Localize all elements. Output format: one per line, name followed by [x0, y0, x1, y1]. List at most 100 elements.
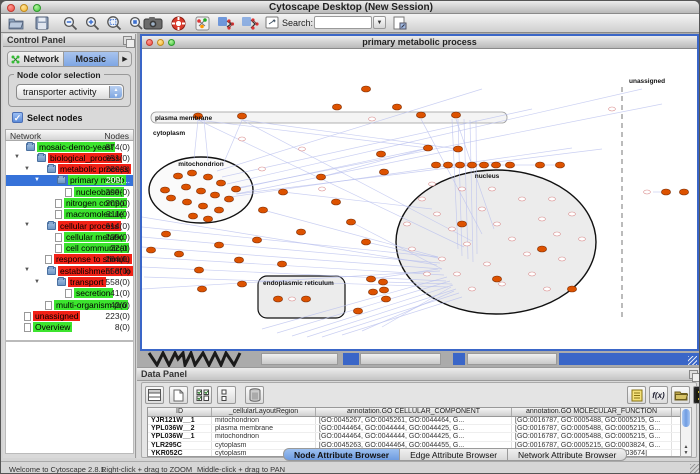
graph-node[interactable]: [491, 162, 500, 168]
graph-node[interactable]: [361, 86, 370, 92]
graph-node[interactable]: [661, 189, 670, 195]
graph-node[interactable]: [197, 286, 206, 292]
table-cell[interactable]: YJR121W__1: [148, 417, 212, 424]
resize-grip-icon[interactable]: [688, 356, 697, 365]
graph-node[interactable]: [451, 112, 460, 118]
graph-node[interactable]: [173, 173, 182, 179]
scrollbar-thumb[interactable]: [682, 409, 690, 427]
graph-node-label[interactable]: [549, 197, 556, 201]
graph-node[interactable]: [258, 207, 267, 213]
expander-triangle-icon[interactable]: ▼: [34, 177, 40, 183]
tree-row-label[interactable]: Overview: [33, 322, 72, 332]
minimized-window-edge[interactable]: [343, 353, 359, 365]
attr-tab-1[interactable]: Edge Attribute Browser: [400, 448, 508, 461]
select-attributes-button[interactable]: [193, 386, 212, 404]
expander-triangle-icon[interactable]: ▼: [24, 267, 30, 273]
graph-node[interactable]: [214, 242, 223, 248]
graph-node-label[interactable]: [539, 217, 546, 221]
delete-attribute-button[interactable]: [245, 386, 264, 404]
graph-node-label[interactable]: [239, 137, 246, 141]
graph-node-label[interactable]: [449, 227, 456, 231]
graph-node-label[interactable]: [509, 237, 516, 241]
table-row-2[interactable]: YPL036W__1mitochondrion[GO:0044464, GO:0…: [148, 433, 682, 441]
graph-edge[interactable]: [142, 227, 438, 257]
graph-node[interactable]: [194, 267, 203, 273]
expander-triangle-icon[interactable]: ▼: [24, 166, 30, 172]
graph-node-label[interactable]: [454, 272, 461, 276]
graph-node-label[interactable]: [479, 207, 486, 211]
graph-node[interactable]: [457, 221, 466, 227]
graph-node[interactable]: [555, 162, 564, 168]
graph-node[interactable]: [234, 257, 243, 263]
graph-node[interactable]: [455, 162, 464, 168]
graph-node-label[interactable]: [429, 182, 436, 186]
new-attribute-button[interactable]: [169, 386, 188, 404]
table-cell[interactable]: YKR052C: [148, 450, 212, 457]
table-row-0[interactable]: YJR121W__1mitochondrion[GO:0045267, GO:0…: [148, 417, 682, 425]
table-row-1[interactable]: YPL036W__2plasma membrane[GO:0044464, GO…: [148, 425, 682, 433]
tree-row-13[interactable]: secretion41(0): [6, 288, 133, 299]
tab-network[interactable]: Network: [8, 52, 64, 66]
graph-node[interactable]: [423, 145, 432, 151]
graph-node[interactable]: [366, 276, 375, 282]
graph-node-label[interactable]: [644, 190, 651, 194]
graph-node[interactable]: [431, 162, 440, 168]
tree-row-4[interactable]: nucleobase-209(0): [6, 186, 133, 197]
graph-node-label[interactable]: [464, 242, 471, 246]
graph-node[interactable]: [535, 162, 544, 168]
tab-overflow-button[interactable]: ▶: [119, 52, 131, 66]
nucleus-region[interactable]: [396, 170, 596, 314]
graph-node[interactable]: [273, 296, 282, 302]
graph-node-label[interactable]: [489, 187, 496, 191]
expander-triangle-icon[interactable]: ▼: [34, 279, 40, 285]
tree-row-label[interactable]: transport: [68, 277, 106, 287]
vizmapper-button[interactable]: [193, 15, 211, 31]
annotation-button[interactable]: [263, 15, 281, 31]
graph-node[interactable]: [146, 247, 155, 253]
graph-node[interactable]: [210, 192, 219, 198]
graph-node-label[interactable]: [369, 117, 376, 121]
zoom-fit-button[interactable]: [105, 15, 123, 31]
attribute-list-button[interactable]: [627, 386, 646, 404]
minimized-window-bar[interactable]: [467, 353, 557, 365]
graph-node[interactable]: [196, 188, 205, 194]
graph-node[interactable]: [537, 246, 546, 252]
graph-node[interactable]: [379, 169, 388, 175]
graph-node[interactable]: [277, 261, 286, 267]
graph-node-label[interactable]: [319, 187, 326, 191]
graph-edge[interactable]: [198, 120, 428, 148]
snapshot-button[interactable]: [141, 15, 165, 31]
graph-node-label[interactable]: [439, 257, 446, 261]
column-header-1[interactable]: _cellularLayoutRegion: [212, 408, 316, 416]
graph-node-label[interactable]: [544, 287, 551, 291]
graph-edge[interactable]: [342, 297, 462, 335]
expander-triangle-icon[interactable]: ▼: [14, 154, 20, 160]
graph-node-label[interactable]: [484, 262, 491, 266]
float-panel-icon[interactable]: [123, 36, 132, 45]
copy-network-button[interactable]: [239, 15, 261, 31]
graph-node[interactable]: [453, 146, 462, 152]
column-header-3[interactable]: annotation.GO MOLECULAR_FUNCTION: [512, 408, 672, 416]
graph-edge[interactable]: [204, 120, 208, 161]
graph-node[interactable]: [301, 296, 310, 302]
attribute-matrix-button[interactable]: [693, 386, 700, 404]
table-cell[interactable]: [GO:0044464, GO:0044444, GO:0044425, G..…: [316, 425, 512, 432]
column-header-0[interactable]: ID: [148, 408, 212, 416]
table-cell[interactable]: mitochondrion: [212, 417, 316, 424]
tree-row-label[interactable]: secretion: [74, 288, 113, 298]
tree-row-11[interactable]: ▼establishment of lo558(0): [6, 265, 133, 276]
tree-row-10[interactable]: response to stimulu264(0): [6, 254, 133, 265]
graph-node-label[interactable]: [434, 212, 441, 216]
search-input[interactable]: [314, 16, 372, 29]
attr-tab-2[interactable]: Network Attribute Browser: [508, 448, 627, 461]
tree-row-1[interactable]: ▼biological_process651(0): [6, 152, 133, 163]
graph-node[interactable]: [214, 207, 223, 213]
graph-edge[interactable]: [242, 120, 458, 149]
tab-mosaic[interactable]: Mosaic: [64, 52, 120, 66]
graph-node[interactable]: [252, 237, 261, 243]
advanced-search-button[interactable]: [391, 15, 409, 31]
graph-node[interactable]: [278, 189, 287, 195]
graph-node[interactable]: [166, 195, 175, 201]
graph-node-label[interactable]: [259, 167, 266, 171]
expander-triangle-icon[interactable]: ▼: [24, 222, 30, 228]
